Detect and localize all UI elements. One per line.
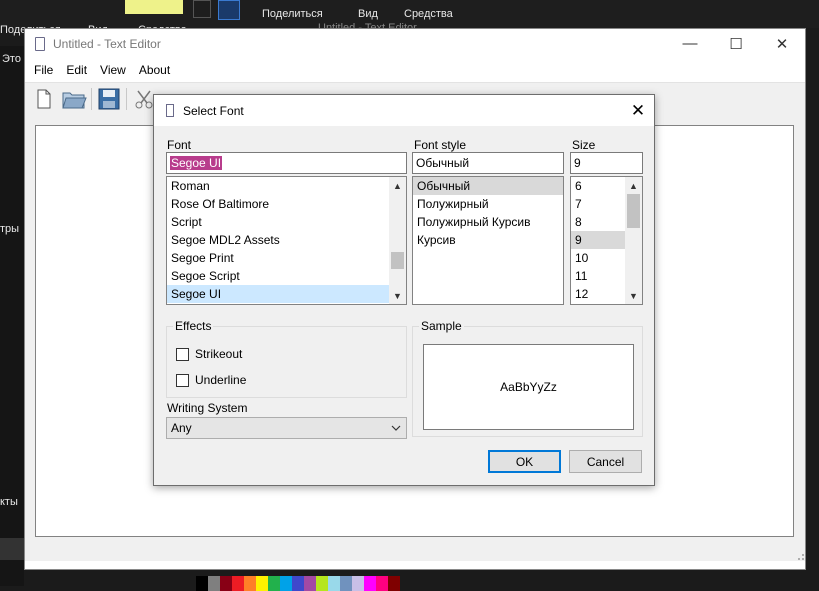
font-list-item[interactable]: Script (167, 213, 406, 231)
font-list-item[interactable]: Segoe UI (167, 285, 406, 303)
underline-label: Underline (195, 373, 247, 387)
effects-group: Effects Strikeout Underline (166, 319, 407, 398)
palette-swatch (244, 576, 256, 591)
sample-label: Sample (419, 319, 464, 333)
writing-system-select[interactable]: Any (166, 417, 407, 439)
background-left-bar (0, 538, 24, 560)
size-value: 9 (574, 156, 581, 170)
palette-swatch (268, 576, 280, 591)
background-text: кты (0, 496, 18, 508)
cancel-button[interactable]: Cancel (569, 450, 642, 473)
close-icon[interactable]: ✕ (759, 29, 805, 58)
font-name-value: Segoe UI (170, 156, 223, 170)
font-list-item[interactable]: Roman (167, 177, 406, 195)
underline-checkbox-row[interactable]: Underline (176, 373, 246, 387)
size-label: Size (572, 138, 596, 152)
document-icon (35, 36, 45, 51)
select-font-dialog: Select Font ✕ Font Segoe UI Roman Rose Of… (153, 94, 655, 486)
new-file-icon[interactable] (29, 85, 59, 113)
palette-swatch (316, 576, 328, 591)
font-style-list-item[interactable]: Курсив (413, 231, 563, 249)
open-folder-icon[interactable] (59, 85, 89, 113)
background-icon (193, 0, 211, 18)
window-titlebar[interactable]: Untitled - Text Editor — ☐ ✕ (25, 29, 805, 58)
writing-system-value: Any (171, 421, 192, 435)
window-title: Untitled - Text Editor (53, 36, 161, 51)
document-icon (166, 104, 174, 117)
font-listbox[interactable]: Roman Rose Of Baltimore Script Segoe MDL2 A… (166, 176, 407, 305)
font-style-list-item[interactable]: Полужирный Курсив (413, 213, 563, 231)
writing-system-label: Writing System (167, 401, 248, 415)
maximize-icon[interactable]: ☐ (713, 29, 759, 58)
font-style-list-item[interactable]: Полужирный (413, 195, 563, 213)
underline-checkbox[interactable] (176, 373, 189, 387)
ok-button[interactable]: OK (488, 450, 561, 473)
palette-swatch (364, 576, 376, 591)
palette-swatch (232, 576, 244, 591)
font-list-item[interactable]: Segoe Script (167, 267, 406, 285)
background-text: Вид (358, 8, 378, 20)
menu-bar: File Edit View About (25, 58, 805, 82)
palette-swatch (304, 576, 316, 591)
font-style-value: Обычный (416, 156, 470, 170)
chevron-down-icon (391, 423, 401, 434)
scroll-down-icon[interactable]: ▼ (625, 287, 642, 304)
palette-swatch (280, 576, 292, 591)
palette-swatch (292, 576, 304, 591)
scroll-up-icon[interactable]: ▲ (625, 177, 642, 194)
minimize-icon[interactable]: — (667, 29, 713, 58)
size-input[interactable]: 9 (570, 152, 643, 174)
font-style-list-item[interactable]: Обычный (413, 177, 563, 195)
background-color-palette (196, 576, 400, 591)
strikeout-checkbox-row[interactable]: Strikeout (176, 347, 242, 361)
palette-swatch (340, 576, 352, 591)
sample-text: AaBbYyZz (500, 380, 557, 394)
menu-edit[interactable]: Edit (61, 63, 92, 77)
font-name-input[interactable]: Segoe UI (166, 152, 407, 174)
size-list-scrollbar[interactable]: ▲ ▼ (625, 177, 642, 304)
size-listbox[interactable]: 6 7 8 9 10 11 12 ▲ ▼ (570, 176, 643, 305)
background-highlight (125, 0, 183, 14)
palette-swatch (328, 576, 340, 591)
palette-swatch (196, 576, 208, 591)
scroll-up-icon[interactable]: ▲ (389, 177, 406, 194)
dialog-title: Select Font (183, 103, 244, 118)
menu-view[interactable]: View (95, 63, 131, 77)
close-icon[interactable]: ✕ (622, 95, 654, 126)
strikeout-checkbox[interactable] (176, 347, 189, 361)
scroll-thumb[interactable] (627, 194, 640, 228)
menu-file[interactable]: File (29, 63, 58, 77)
background-icon (218, 0, 240, 20)
menu-about[interactable]: About (134, 63, 175, 77)
palette-swatch (376, 576, 388, 591)
sample-preview: AaBbYyZz (423, 344, 634, 430)
palette-swatch (352, 576, 364, 591)
dialog-titlebar[interactable]: Select Font ✕ (154, 95, 654, 126)
toolbar-separator (91, 87, 92, 110)
toolbar-separator (126, 87, 127, 110)
resize-grip-icon[interactable] (793, 549, 805, 561)
effects-label: Effects (173, 319, 214, 333)
font-style-listbox[interactable]: Обычный Полужирный Полужирный Курсив Курсив (412, 176, 564, 305)
background-text: Средства (404, 8, 453, 20)
font-list-scrollbar[interactable]: ▲ ▼ (389, 177, 406, 304)
background-text: Поделиться (262, 8, 323, 20)
font-list-item[interactable]: Segoe MDL2 Assets (167, 231, 406, 249)
font-style-label: Font style (414, 138, 467, 152)
save-icon[interactable] (94, 85, 124, 113)
sample-group: Sample AaBbYyZz (412, 319, 643, 437)
strikeout-label: Strikeout (195, 347, 243, 361)
palette-swatch (220, 576, 232, 591)
background-text: тры (0, 223, 20, 235)
font-list-item[interactable]: Rose Of Baltimore (167, 195, 406, 213)
background-text: Это (2, 53, 21, 65)
font-style-input[interactable]: Обычный (412, 152, 564, 174)
palette-swatch (208, 576, 220, 591)
font-list-item[interactable]: Segoe Print (167, 249, 406, 267)
palette-swatch (388, 576, 400, 591)
scroll-down-icon[interactable]: ▼ (389, 287, 406, 304)
scroll-thumb[interactable] (391, 252, 404, 269)
palette-swatch (256, 576, 268, 591)
font-label: Font (167, 138, 192, 152)
